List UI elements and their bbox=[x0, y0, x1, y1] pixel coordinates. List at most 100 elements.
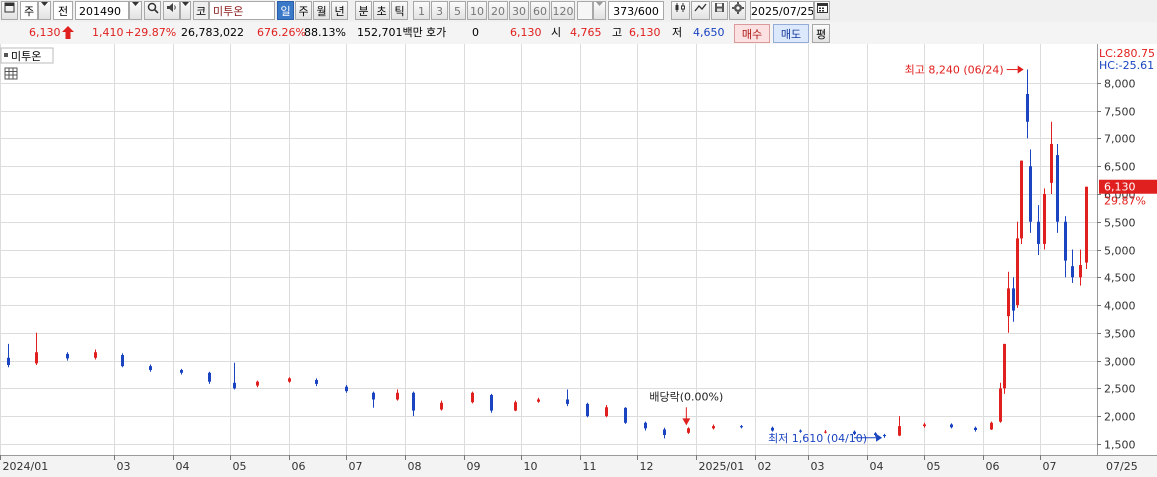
candle-body bbox=[1016, 238, 1019, 306]
low-label: 저 bbox=[672, 26, 683, 39]
period-week-tab[interactable]: 주 bbox=[295, 1, 312, 20]
stock-name-field[interactable]: 미투온 bbox=[209, 1, 275, 20]
candle-body bbox=[66, 353, 69, 359]
y-tick-label: 1,500 bbox=[1104, 439, 1136, 452]
y-tick-label: 3,500 bbox=[1104, 328, 1136, 341]
candle-body bbox=[1043, 193, 1046, 244]
period-tick-tab[interactable]: 틱 bbox=[391, 1, 408, 20]
interval-120-button[interactable]: 120 bbox=[551, 1, 575, 20]
price-change-pct: +29.87% bbox=[125, 26, 177, 39]
candle-body bbox=[35, 352, 38, 364]
prev-button[interactable]: 전 bbox=[53, 1, 73, 20]
hoga-label: 호가 bbox=[426, 26, 447, 39]
up-arrow-icon bbox=[62, 25, 74, 41]
period-month-tab[interactable]: 월 bbox=[313, 1, 330, 20]
candle-body bbox=[1085, 186, 1088, 263]
window-restore-icon[interactable] bbox=[1, 1, 18, 20]
x-tick-label: 02 bbox=[758, 460, 772, 473]
custom-interval-input[interactable] bbox=[577, 1, 593, 20]
y-tick-label: 4,500 bbox=[1104, 272, 1136, 285]
volume-ratio: 676.26% bbox=[257, 26, 306, 39]
candle-body bbox=[288, 378, 291, 382]
sell-button[interactable]: 매도 bbox=[773, 24, 809, 43]
candle-body bbox=[256, 381, 259, 386]
x-tick-label: 11 bbox=[583, 460, 597, 473]
candle-body bbox=[999, 388, 1002, 422]
candle-body bbox=[7, 357, 10, 366]
interval-1-button[interactable]: 1 bbox=[413, 1, 430, 20]
y-tick-label: 6,500 bbox=[1104, 161, 1136, 174]
interval-20-button[interactable]: 20 bbox=[488, 1, 508, 20]
date-input[interactable]: 2025/07/25 bbox=[750, 1, 814, 20]
candle-body bbox=[605, 407, 608, 417]
candle-body bbox=[950, 424, 953, 428]
candle-body bbox=[208, 372, 211, 382]
candle-body bbox=[1012, 288, 1015, 311]
interval-3-button[interactable]: 3 bbox=[431, 1, 448, 20]
buy-button[interactable]: 매수 bbox=[734, 24, 770, 43]
candle-body bbox=[345, 386, 348, 392]
candle-body bbox=[990, 422, 993, 430]
interval-60-button[interactable]: 60 bbox=[530, 1, 550, 20]
period-day-tab[interactable]: 일 bbox=[277, 1, 294, 20]
quote-bar: 6,130 1,410 +29.87% 26,783,022 676.26% 8… bbox=[0, 22, 1157, 45]
candle-body bbox=[180, 370, 183, 373]
y-tick-label: 7,500 bbox=[1104, 106, 1136, 119]
low-annotation-label: 최저 1,610 (04/10) bbox=[768, 432, 867, 445]
interval-5-button[interactable]: 5 bbox=[449, 1, 466, 20]
chart-toolbar: 주 전 201490 코 미투온 일 주 월 년 분 초 틱 1 3 5 10 … bbox=[0, 0, 1157, 23]
last-date-label: 07/25 bbox=[1106, 460, 1138, 473]
candle-body bbox=[1050, 143, 1053, 183]
calendar-icon[interactable] bbox=[814, 1, 830, 20]
candle-body bbox=[883, 435, 886, 437]
x-tick-label: 07 bbox=[349, 460, 363, 473]
current-pct-label: 29.87% bbox=[1104, 195, 1146, 208]
x-tick-label: 03 bbox=[117, 460, 131, 473]
interval-30-button[interactable]: 30 bbox=[509, 1, 529, 20]
candle-body bbox=[1007, 288, 1010, 317]
speaker-dropdown-icon[interactable] bbox=[180, 1, 191, 20]
stock-dropdown-icon[interactable] bbox=[129, 1, 142, 20]
candle-body bbox=[586, 403, 589, 417]
interval-10-button[interactable]: 10 bbox=[467, 1, 487, 20]
y-tick-label: 2,000 bbox=[1104, 411, 1136, 424]
candle-body bbox=[566, 399, 569, 404]
evaluate-button[interactable]: 평 bbox=[812, 24, 830, 43]
data-count-field[interactable]: 373/600 bbox=[608, 1, 664, 20]
dividend-annotation-label: 배당락(0.00%) bbox=[649, 390, 723, 403]
high-annotation-label: 최고 8,240 (06/24) bbox=[905, 64, 1004, 77]
x-tick-label: 07 bbox=[1043, 460, 1057, 473]
period-year-tab[interactable]: 년 bbox=[331, 1, 348, 20]
save-icon[interactable] bbox=[711, 1, 728, 20]
stock-code-input[interactable]: 201490 bbox=[75, 1, 129, 20]
series-bullet-icon bbox=[4, 53, 8, 57]
trend-line-icon[interactable] bbox=[691, 1, 710, 20]
candle-body bbox=[233, 382, 236, 389]
hoga-value: 0 bbox=[472, 26, 479, 39]
search-icon[interactable] bbox=[144, 1, 161, 20]
hoga-price: 6,130 bbox=[510, 26, 542, 39]
market-type-select[interactable]: 주 bbox=[20, 1, 38, 20]
price-change: 1,410 bbox=[92, 26, 124, 39]
candle-body bbox=[644, 422, 647, 429]
x-tick-label: 10 bbox=[524, 460, 538, 473]
candle-body bbox=[121, 355, 124, 367]
low-price: 4,650 bbox=[693, 26, 725, 39]
current-price: 6,130 bbox=[29, 26, 61, 39]
speaker-icon[interactable] bbox=[163, 1, 180, 20]
price-chart[interactable]: 최고 8,240 (06/24) 최저 1,610 (04/10) 배당락(0.00… bbox=[0, 44, 1157, 477]
period-second-tab[interactable]: 초 bbox=[373, 1, 390, 20]
interval-dropdown-icon[interactable] bbox=[593, 1, 606, 20]
period-minute-tab[interactable]: 분 bbox=[355, 1, 372, 20]
current-price-label: 6,130 bbox=[1104, 181, 1136, 194]
table-grid-icon[interactable] bbox=[4, 67, 18, 80]
candle-body bbox=[712, 426, 715, 429]
chart-tools-icon[interactable] bbox=[671, 1, 690, 20]
candle-body bbox=[514, 402, 517, 411]
hc-label: HC:-25.61 bbox=[1099, 59, 1154, 72]
market-dropdown-icon[interactable] bbox=[38, 1, 51, 20]
x-tick-label: 2024/01 bbox=[3, 460, 49, 473]
y-tick-label: 2,500 bbox=[1104, 383, 1136, 396]
settings-gear-icon[interactable] bbox=[729, 1, 746, 20]
x-tick-label: 06 bbox=[986, 460, 1000, 473]
